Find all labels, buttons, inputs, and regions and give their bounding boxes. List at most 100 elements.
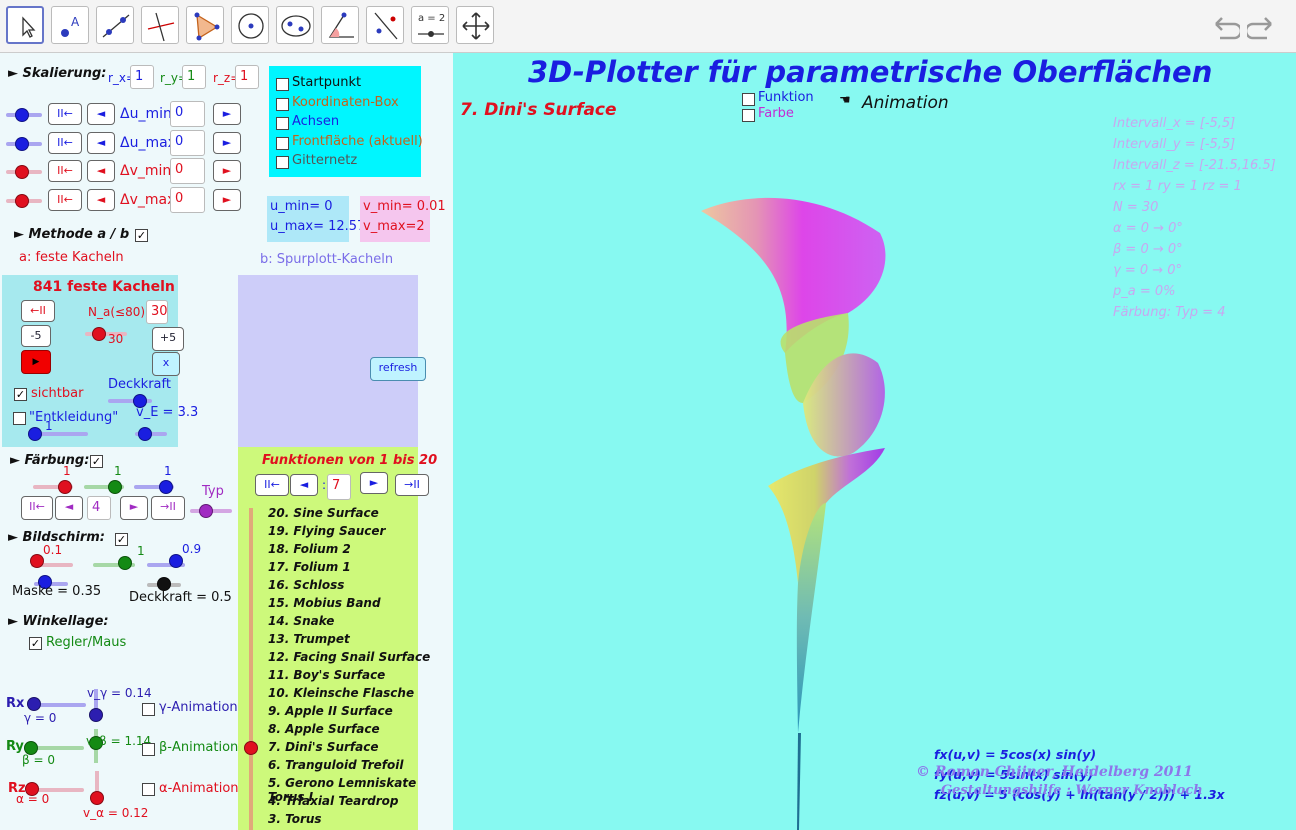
faerbung-checkbox[interactable]: ✓ bbox=[90, 455, 103, 468]
function-list-item[interactable]: 18. Folium 2 bbox=[268, 542, 351, 556]
fn-slider-track[interactable] bbox=[249, 508, 253, 830]
delta-next-button-1[interactable]: ► bbox=[213, 131, 241, 154]
regler-checkbox[interactable]: ✓ bbox=[29, 637, 42, 650]
delta-next-button-3[interactable]: ► bbox=[213, 188, 241, 211]
function-list-item[interactable]: 17. Folium 1 bbox=[268, 560, 351, 574]
red-slider-knob[interactable] bbox=[58, 480, 72, 494]
function-list-item[interactable]: 15. Mobius Band bbox=[268, 596, 381, 610]
fn-index-input[interactable]: 7 bbox=[327, 474, 351, 500]
delta-prev-button-1[interactable]: ◄ bbox=[87, 131, 115, 154]
point-tool-button[interactable]: A bbox=[51, 6, 89, 44]
option-checkbox-2[interactable] bbox=[276, 117, 289, 130]
skalierung-header[interactable]: ► Skalierung: bbox=[8, 66, 106, 81]
delta-first-button-0[interactable]: II← bbox=[48, 103, 82, 125]
option-checkbox-1[interactable] bbox=[276, 97, 289, 111]
function-list-item[interactable]: 12. Facing Snail Surface bbox=[268, 650, 430, 664]
typ-last-button[interactable]: →II bbox=[151, 496, 185, 520]
delta-first-button-1[interactable]: II← bbox=[48, 131, 82, 154]
plus5-button[interactable]: +5 bbox=[152, 327, 184, 351]
function-list-item[interactable]: 10. Kleinsche Flasche bbox=[268, 686, 414, 700]
refresh-button[interactable]: refresh bbox=[370, 357, 426, 381]
option-checkbox-4[interactable] bbox=[276, 156, 289, 169]
typ-slider-knob[interactable] bbox=[199, 504, 213, 518]
fn-first-button[interactable]: II← bbox=[255, 474, 289, 496]
perpendicular-tool-button[interactable] bbox=[141, 6, 179, 44]
function-list-item[interactable]: 16. Schloss bbox=[268, 578, 344, 592]
fn-last-button[interactable]: →II bbox=[395, 474, 429, 496]
delta-slider-knob-3[interactable] bbox=[15, 193, 29, 208]
va-slider-knob[interactable] bbox=[90, 791, 104, 805]
delta-next-button-0[interactable]: ► bbox=[213, 103, 241, 125]
move-view-tool-button[interactable] bbox=[456, 6, 494, 44]
typ-next-button[interactable]: ► bbox=[120, 496, 148, 520]
x-button[interactable]: x bbox=[152, 352, 180, 376]
delta-first-button-3[interactable]: II← bbox=[48, 188, 82, 211]
bs-green-slider-knob[interactable] bbox=[118, 556, 132, 570]
methode-checkbox[interactable]: ✓ bbox=[135, 229, 148, 242]
delta-input-0[interactable]: 0 bbox=[170, 101, 205, 127]
delta-prev-button-2[interactable]: ◄ bbox=[87, 160, 115, 182]
gamma-slider-knob[interactable] bbox=[27, 697, 41, 711]
function-list-item[interactable]: 19. Flying Saucer bbox=[268, 524, 385, 538]
typ-input[interactable]: 4 bbox=[87, 496, 111, 520]
delta-next-button-2[interactable]: ► bbox=[213, 160, 241, 182]
typ-first-button[interactable]: II← bbox=[21, 496, 53, 520]
fn-next-button[interactable]: ► bbox=[360, 472, 388, 494]
bildschirm-checkbox[interactable]: ✓ bbox=[115, 533, 128, 546]
function-list-item[interactable]: 20. Sine Surface bbox=[268, 506, 379, 520]
undo-button[interactable] bbox=[1210, 12, 1243, 44]
vg-slider-knob[interactable] bbox=[89, 708, 103, 722]
option-checkbox-0[interactable] bbox=[276, 78, 289, 91]
function-list-item[interactable]: 6. Tranguloid Trefoil bbox=[268, 758, 404, 772]
na-input[interactable]: 30 bbox=[146, 300, 168, 324]
blue-slider-knob[interactable] bbox=[159, 480, 173, 494]
polygon-tool-button[interactable] bbox=[186, 6, 224, 44]
function-list-item[interactable]: 11. Boy's Surface bbox=[268, 668, 385, 682]
plot-canvas[interactable]: 3D-Plotter für parametrische Oberflächen… bbox=[453, 53, 1296, 830]
delta-prev-button-0[interactable]: ◄ bbox=[87, 103, 115, 125]
green-slider-knob[interactable] bbox=[108, 480, 122, 494]
reflect-tool-button[interactable] bbox=[366, 6, 404, 44]
faerbung-header[interactable]: ► Färbung: bbox=[10, 453, 89, 468]
sichtbar-checkbox[interactable]: ✓ bbox=[14, 388, 27, 401]
minus5-button[interactable]: -5 bbox=[21, 325, 51, 347]
na-slider-knob[interactable] bbox=[92, 327, 106, 341]
entkleidung-slider-knob[interactable] bbox=[28, 427, 42, 441]
beta-anim-checkbox[interactable] bbox=[142, 743, 155, 756]
delta-prev-button-3[interactable]: ◄ bbox=[87, 188, 115, 211]
rx-input[interactable]: 1 bbox=[130, 65, 154, 89]
typ-prev-button[interactable]: ◄ bbox=[55, 496, 83, 520]
alpha-anim-checkbox[interactable] bbox=[142, 783, 155, 796]
delta-input-2[interactable]: 0 bbox=[170, 158, 205, 184]
move-tool-button[interactable] bbox=[6, 6, 44, 44]
play-button[interactable]: ▶ bbox=[21, 350, 51, 374]
methode-header[interactable]: ► Methode a / b bbox=[14, 227, 129, 242]
rewind-button[interactable]: ←II bbox=[21, 300, 55, 322]
bs-blue-slider-knob[interactable] bbox=[169, 554, 183, 568]
function-list-item[interactable]: 3. Torus bbox=[268, 812, 322, 826]
circle-tool-button[interactable] bbox=[231, 6, 269, 44]
fn-prev-button[interactable]: ◄ bbox=[290, 474, 318, 496]
function-list-item[interactable]: 4. Triaxial Teardrop bbox=[268, 794, 398, 808]
delta-slider-knob-1[interactable] bbox=[15, 136, 29, 151]
line-tool-button[interactable] bbox=[96, 6, 134, 44]
function-list-item[interactable]: 7. Dini's Surface bbox=[268, 740, 378, 754]
angle-tool-button[interactable] bbox=[321, 6, 359, 44]
deckkraft2-slider-knob[interactable] bbox=[157, 577, 171, 591]
fn-slider-knob[interactable] bbox=[244, 741, 258, 755]
option-checkbox-3[interactable] bbox=[276, 136, 289, 150]
function-list-item[interactable]: 9. Apple II Surface bbox=[268, 704, 393, 718]
ry-input[interactable]: 1 bbox=[182, 65, 206, 89]
slider-tool-button[interactable]: a = 2 bbox=[411, 6, 449, 44]
ellipse-tool-button[interactable] bbox=[276, 6, 314, 44]
function-list-item[interactable]: 8. Apple Surface bbox=[268, 722, 380, 736]
redo-button[interactable] bbox=[1244, 12, 1277, 44]
delta-slider-knob-0[interactable] bbox=[15, 108, 29, 122]
rz-input[interactable]: 1 bbox=[235, 65, 259, 89]
delta-slider-knob-2[interactable] bbox=[15, 165, 29, 179]
delta-input-1[interactable]: 0 bbox=[170, 129, 205, 156]
function-list-item[interactable]: 13. Trumpet bbox=[268, 632, 350, 646]
ve-slider-knob[interactable] bbox=[138, 427, 152, 441]
bs-red-slider-knob[interactable] bbox=[30, 554, 44, 568]
delta-first-button-2[interactable]: II← bbox=[48, 160, 82, 182]
